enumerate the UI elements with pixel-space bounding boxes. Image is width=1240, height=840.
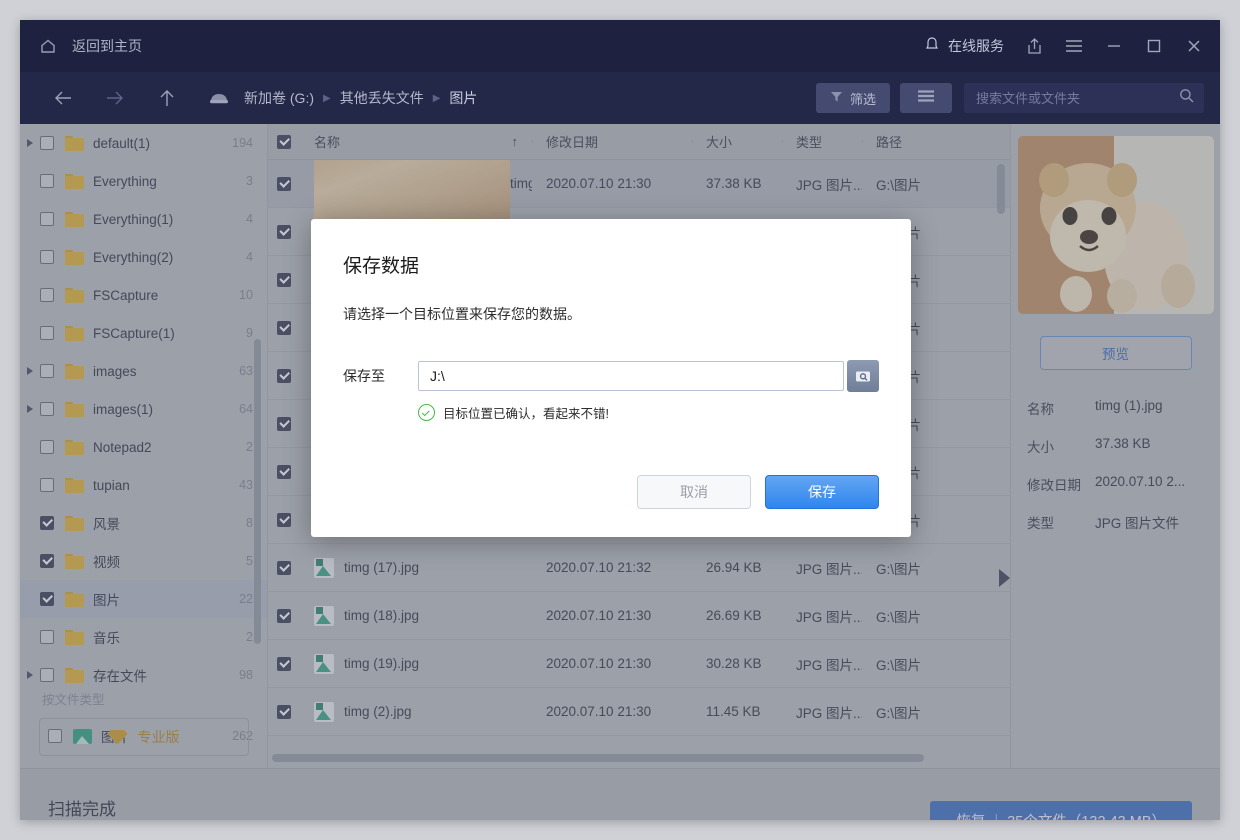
back-arrow-icon[interactable] xyxy=(44,79,82,117)
chevron-right-icon: ▶ xyxy=(433,93,441,104)
save-path-input[interactable] xyxy=(428,367,834,385)
search-input[interactable] xyxy=(974,90,1179,107)
home-icon[interactable] xyxy=(38,36,58,56)
chevron-right-icon: ▶ xyxy=(323,93,331,104)
search-box[interactable] xyxy=(964,83,1204,113)
breadcrumb: 新加卷 (G:) ▶ 其他丢失文件 ▶ 图片 xyxy=(208,88,477,108)
online-service-button[interactable]: 在线服务 xyxy=(914,20,1014,72)
cancel-label: 取消 xyxy=(680,482,708,502)
save-data-dialog: 保存数据 请选择一个目标位置来保存您的数据。 保存至 目标位置已确认，看起来不错… xyxy=(311,219,911,537)
list-view-icon xyxy=(916,89,936,108)
minimize-icon[interactable] xyxy=(1094,20,1134,72)
breadcrumb-item-1[interactable]: 其他丢失文件 xyxy=(340,88,424,108)
title-bar: 返回到主页 在线服务 xyxy=(20,20,1220,72)
dialog-hint-text: 目标位置已确认，看起来不错! xyxy=(443,403,609,422)
dialog-path-row: 保存至 xyxy=(343,360,879,392)
dialog-validation-hint: 目标位置已确认，看起来不错! xyxy=(418,403,879,422)
drive-icon xyxy=(208,92,230,105)
save-label: 保存 xyxy=(808,482,836,502)
maximize-icon[interactable] xyxy=(1134,20,1174,72)
dialog-subtitle: 请选择一个目标位置来保存您的数据。 xyxy=(343,304,879,324)
filter-label: 筛选 xyxy=(850,89,876,108)
online-service-label: 在线服务 xyxy=(948,36,1004,56)
menu-icon[interactable] xyxy=(1054,20,1094,72)
breadcrumb-item-0[interactable]: 新加卷 (G:) xyxy=(244,88,314,108)
dialog-title: 保存数据 xyxy=(343,251,879,278)
up-arrow-icon[interactable] xyxy=(148,79,186,117)
bell-icon xyxy=(924,36,940,56)
view-mode-button[interactable] xyxy=(900,83,952,113)
breadcrumb-item-2[interactable]: 图片 xyxy=(449,88,477,108)
filter-icon xyxy=(830,90,843,106)
cancel-button[interactable]: 取消 xyxy=(637,475,751,509)
home-label[interactable]: 返回到主页 xyxy=(72,36,142,56)
dialog-path-label: 保存至 xyxy=(343,366,418,386)
check-circle-icon xyxy=(418,404,435,421)
folder-search-icon xyxy=(855,369,871,383)
dialog-path-input-wrapper[interactable] xyxy=(418,361,844,391)
close-icon[interactable] xyxy=(1174,20,1214,72)
application-window: 返回到主页 在线服务 xyxy=(20,20,1220,820)
search-icon[interactable] xyxy=(1179,88,1194,108)
dialog-actions: 取消 保存 xyxy=(637,475,879,509)
share-icon[interactable] xyxy=(1014,20,1054,72)
filter-button[interactable]: 筛选 xyxy=(816,83,890,113)
forward-arrow-icon[interactable] xyxy=(96,79,134,117)
navigation-toolbar: 新加卷 (G:) ▶ 其他丢失文件 ▶ 图片 筛选 xyxy=(20,72,1220,124)
save-button[interactable]: 保存 xyxy=(765,475,879,509)
browse-folder-button[interactable] xyxy=(847,360,879,392)
